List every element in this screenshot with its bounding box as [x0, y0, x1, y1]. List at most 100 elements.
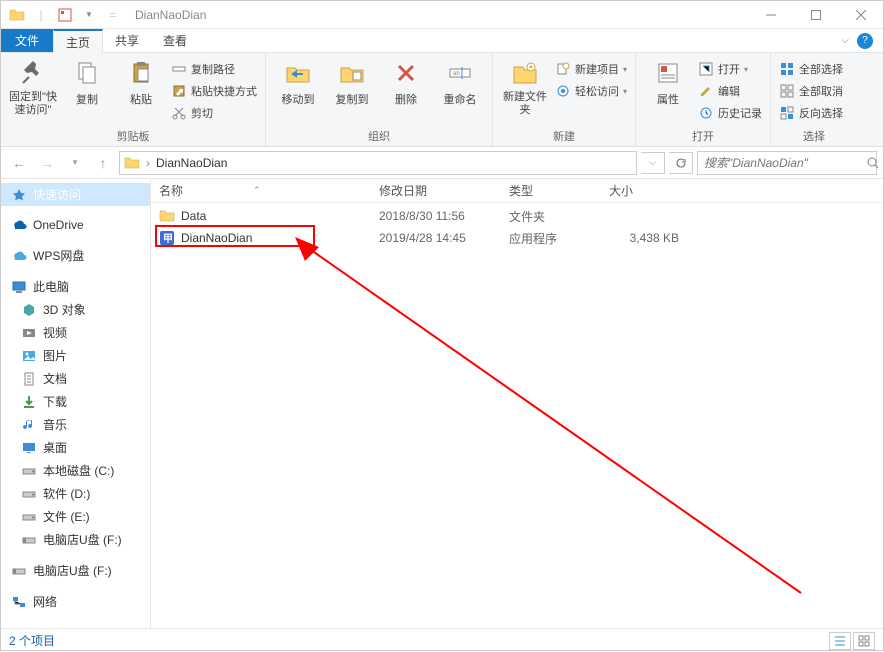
qat-separator: =	[103, 5, 123, 25]
forward-button[interactable]: →	[35, 151, 59, 175]
col-name[interactable]: 名称	[159, 182, 183, 199]
music-icon	[21, 417, 37, 433]
delete-icon	[390, 57, 422, 89]
paste-icon	[125, 57, 157, 89]
easy-access-button[interactable]: 轻松访问 ▾	[555, 81, 627, 101]
paste-button[interactable]: 粘贴	[117, 57, 165, 107]
sidebar-docs-e[interactable]: 文件 (E:)	[1, 505, 150, 528]
sidebar-usb-f[interactable]: 电脑店U盘 (F:)	[1, 528, 150, 551]
sidebar-3d[interactable]: 3D 对象	[1, 298, 150, 321]
back-button[interactable]: ←	[7, 151, 31, 175]
rename-button[interactable]: ab 重命名	[436, 57, 484, 107]
invert-icon	[779, 105, 795, 121]
sidebar-pictures[interactable]: 图片	[1, 344, 150, 367]
folder-icon	[124, 155, 140, 171]
qat-dropdown-icon[interactable]: ▼	[79, 5, 99, 25]
column-headers[interactable]: 名称 ⌃ 修改日期 类型 大小	[151, 179, 883, 203]
open-icon	[698, 61, 714, 77]
col-type[interactable]: 类型	[509, 182, 609, 199]
select-all-button[interactable]: 全部选择	[779, 59, 849, 79]
annotation-arrow	[291, 233, 811, 603]
minimize-button[interactable]	[748, 1, 793, 29]
sidebar-desktop[interactable]: 桌面	[1, 436, 150, 459]
downloads-icon	[21, 394, 37, 410]
close-button[interactable]	[838, 1, 883, 29]
open-group-label: 打开	[692, 128, 714, 144]
onedrive-icon	[11, 217, 27, 233]
properties-button[interactable]: 属性	[644, 57, 692, 107]
search-input[interactable]	[704, 156, 861, 170]
delete-button[interactable]: 删除	[382, 57, 430, 107]
easy-access-icon	[555, 83, 571, 99]
sidebar-local-c[interactable]: 本地磁盘 (C:)	[1, 459, 150, 482]
sidebar-music[interactable]: 音乐	[1, 413, 150, 436]
ribbon-collapse-icon[interactable]: ⌵	[841, 35, 849, 46]
sidebar-videos[interactable]: 视频	[1, 321, 150, 344]
pc-icon	[11, 279, 27, 295]
col-date[interactable]: 修改日期	[379, 182, 509, 199]
cut-button[interactable]: 剪切	[171, 103, 257, 123]
copy-icon	[71, 57, 103, 89]
invert-selection-button[interactable]: 反向选择	[779, 103, 849, 123]
video-icon	[21, 325, 37, 341]
pin-icon	[17, 57, 49, 89]
new-item-button[interactable]: 新建项目 ▾	[555, 59, 627, 79]
home-tab[interactable]: 主页	[53, 29, 103, 53]
usb-icon	[21, 532, 37, 548]
sidebar-soft-d[interactable]: 软件 (D:)	[1, 482, 150, 505]
sidebar-usb-f2[interactable]: 电脑店U盘 (F:)	[1, 559, 150, 582]
qat-properties-icon[interactable]	[55, 5, 75, 25]
svg-text:甲: 甲	[163, 233, 173, 245]
copy-to-button[interactable]: 复制到	[328, 57, 376, 107]
open-button[interactable]: 打开 ▾	[698, 59, 762, 79]
move-to-button[interactable]: 移动到	[274, 57, 322, 107]
search-box[interactable]	[697, 151, 877, 175]
paste-shortcut-button[interactable]: 粘贴快捷方式	[171, 81, 257, 101]
edit-button[interactable]: 编辑	[698, 81, 762, 101]
new-folder-icon	[509, 57, 541, 89]
select-all-icon	[779, 61, 795, 77]
col-size[interactable]: 大小	[609, 182, 689, 199]
select-none-button[interactable]: 全部取消	[779, 81, 849, 101]
sidebar-quick-access[interactable]: 快速访问	[1, 183, 150, 206]
up-button[interactable]: ↑	[91, 151, 115, 175]
3d-icon	[21, 302, 37, 318]
address-dropdown[interactable]: ⌵	[641, 152, 665, 174]
breadcrumb-current[interactable]: DianNaoDian	[156, 156, 227, 170]
window-title: DianNaoDian	[135, 8, 206, 22]
refresh-button[interactable]	[669, 152, 693, 174]
new-group-label: 新建	[553, 128, 575, 144]
clipboard-group-label: 剪贴板	[117, 128, 150, 144]
sidebar-documents[interactable]: 文档	[1, 367, 150, 390]
view-tab[interactable]: 查看	[151, 29, 199, 52]
folder-icon	[7, 5, 27, 25]
share-tab[interactable]: 共享	[103, 29, 151, 52]
sidebar-network[interactable]: 网络	[1, 590, 150, 613]
sidebar-wps[interactable]: WPS网盘	[1, 244, 150, 267]
sidebar-onedrive[interactable]: OneDrive	[1, 214, 150, 236]
properties-icon	[652, 57, 684, 89]
file-list: Data 2018/8/30 11:56 文件夹 甲 DianNaoDian 2…	[151, 203, 883, 628]
folder-icon	[159, 208, 175, 224]
details-view-button[interactable]	[829, 632, 851, 650]
search-icon[interactable]	[867, 157, 879, 169]
sidebar-this-pc[interactable]: 此电脑	[1, 275, 150, 298]
icons-view-button[interactable]	[853, 632, 875, 650]
copy-button[interactable]: 复制	[63, 57, 111, 107]
address-bar[interactable]: › DianNaoDian	[119, 151, 637, 175]
file-row-diannaodian[interactable]: 甲 DianNaoDian 2019/4/28 14:45 应用程序 3,438…	[151, 227, 883, 249]
star-icon	[11, 187, 27, 203]
file-tab[interactable]: 文件	[1, 29, 53, 52]
copy-path-button[interactable]: 复制路径	[171, 59, 257, 79]
new-folder-button[interactable]: 新建文件夹	[501, 57, 549, 117]
qat-divider: |	[31, 5, 51, 25]
cut-icon	[171, 105, 187, 121]
pin-quick-access-button[interactable]: 固定到"快速访问"	[9, 57, 57, 117]
maximize-button[interactable]	[793, 1, 838, 29]
recent-dropdown[interactable]: ▾	[63, 151, 87, 175]
help-icon[interactable]: ?	[857, 33, 873, 49]
history-button[interactable]: 历史记录	[698, 103, 762, 123]
new-item-icon	[555, 61, 571, 77]
sidebar-downloads[interactable]: 下载	[1, 390, 150, 413]
file-row-data[interactable]: Data 2018/8/30 11:56 文件夹	[151, 205, 883, 227]
